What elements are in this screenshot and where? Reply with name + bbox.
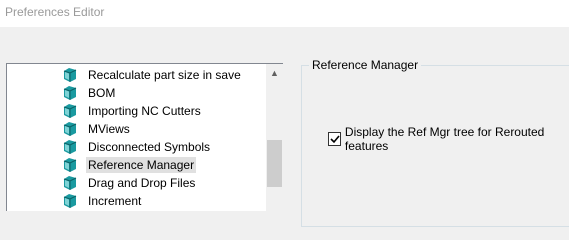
scroll-up-icon[interactable]: ▲ [266, 64, 283, 81]
tree-item-label: BOM [88, 86, 116, 100]
tree-item[interactable]: Reference Manager [61, 156, 197, 174]
tree-item-label: Drag and Drop Files [88, 176, 196, 190]
cube-icon [61, 157, 79, 173]
window-title: Preferences Editor [5, 5, 105, 19]
display-ref-mgr-checkbox[interactable] [328, 132, 341, 146]
cube-icon [61, 139, 79, 155]
cube-icon [61, 193, 79, 209]
preferences-tree[interactable]: Recalculate part size in save BOM Importin… [6, 63, 283, 211]
tree-item[interactable]: MViews [61, 120, 132, 138]
tree-item[interactable]: Importing NC Cutters [61, 102, 203, 120]
tree-item[interactable]: Disconnected Symbols [61, 138, 212, 156]
checkmark-icon [330, 135, 340, 144]
scrollbar-thumb[interactable] [267, 140, 282, 187]
tree-item-label: Importing NC Cutters [88, 104, 201, 118]
tree-scrollbar[interactable]: ▲ [266, 64, 283, 211]
cube-icon [61, 175, 79, 191]
tree-item-label: Disconnected Symbols [88, 140, 211, 154]
tree-item[interactable]: Drag and Drop Files [61, 174, 197, 192]
tree-item[interactable]: BOM [61, 84, 117, 102]
tree-item[interactable]: Recalculate part size in save [61, 66, 243, 84]
cube-icon [61, 121, 79, 137]
cube-icon [61, 67, 79, 83]
tree-item-label: Reference Manager [86, 157, 197, 173]
cube-icon [61, 85, 79, 101]
tree-item-label: Recalculate part size in save [88, 68, 241, 82]
display-ref-mgr-option[interactable]: Display the Ref Mgr tree for Rerouted fe… [328, 125, 569, 153]
display-ref-mgr-label: Display the Ref Mgr tree for Rerouted fe… [344, 125, 545, 153]
tree-item-label: Increment [88, 194, 142, 208]
tree-item[interactable]: Increment [61, 192, 143, 210]
title-bar: Preferences Editor [0, 0, 569, 27]
group-title: Reference Manager [309, 58, 422, 72]
tree-item-label: MViews [88, 122, 130, 136]
cube-icon [61, 103, 79, 119]
